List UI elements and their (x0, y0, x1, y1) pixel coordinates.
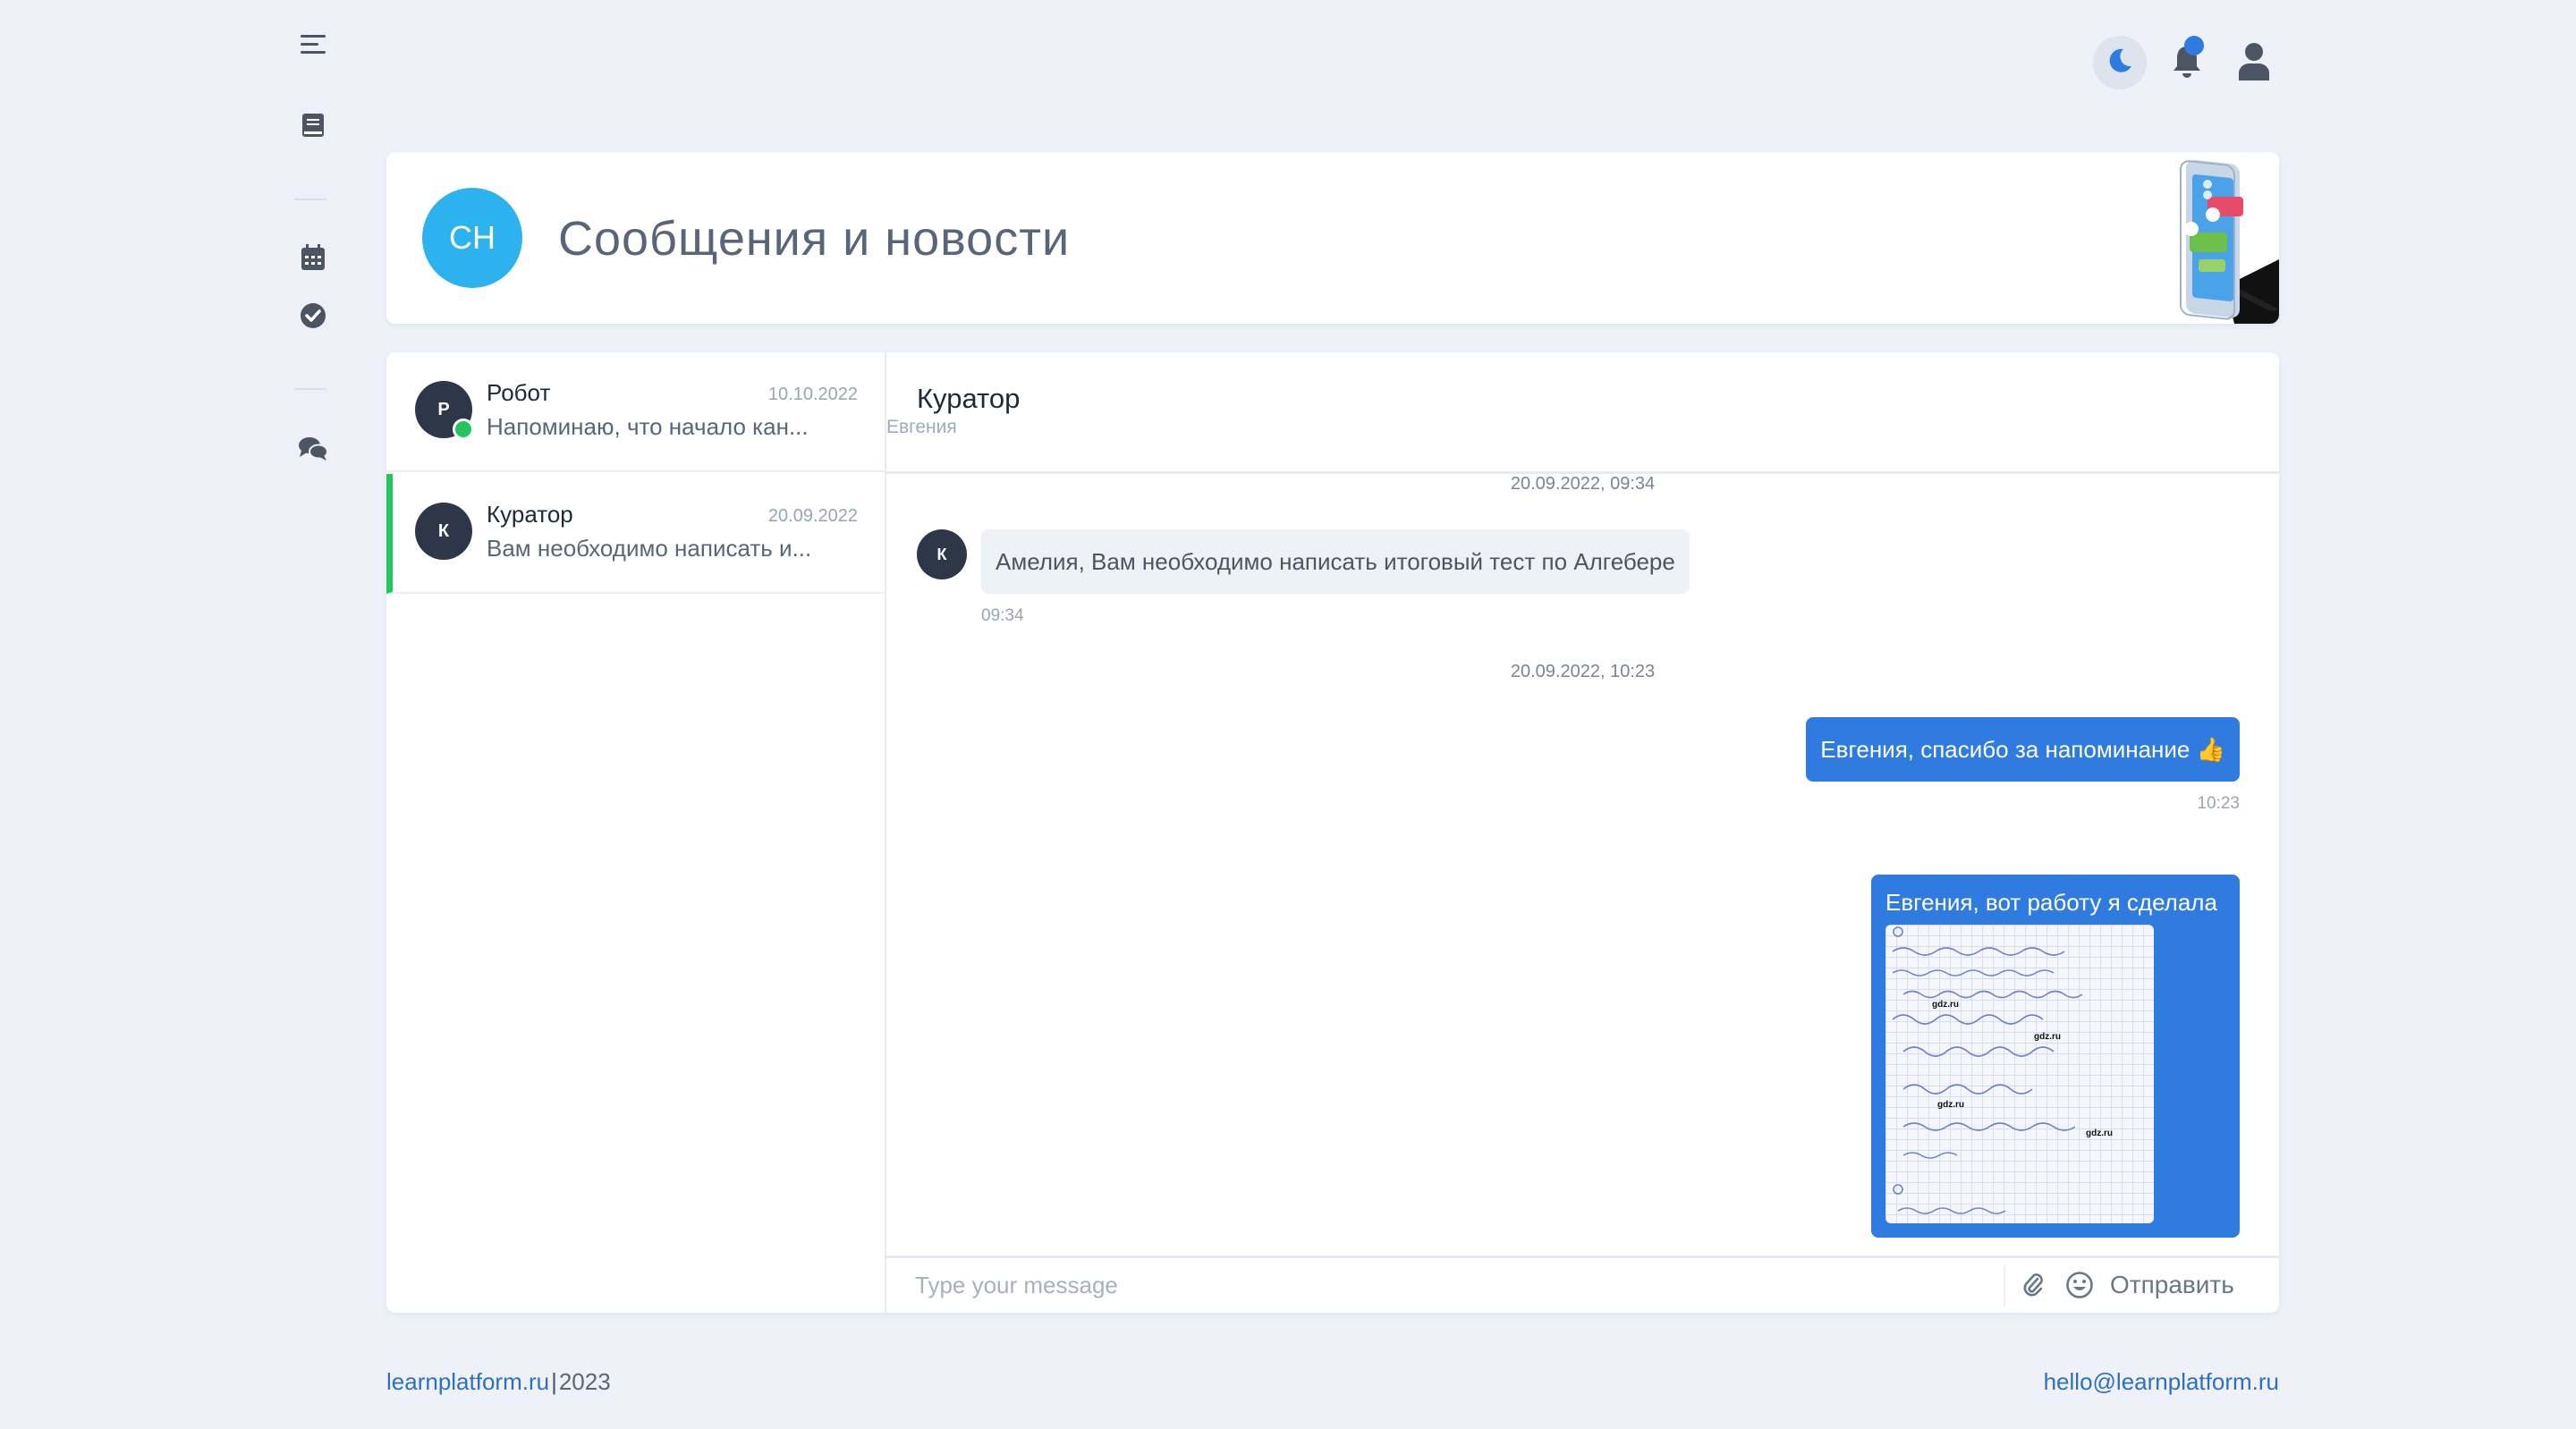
chat-panel: Р Робот 10.10.2022 Напоминаю, что начало… (386, 352, 2279, 1313)
message-list[interactable]: 20.09.2022, 09:34 К Амелия, Вам необходи… (886, 474, 2279, 1252)
contact-preview: Напоминаю, что начало кан... (487, 413, 809, 440)
conversation-subtitle: Евгения (886, 417, 957, 437)
message-bubble-incoming: Амелия, Вам необходимо написать итоговый… (981, 529, 1690, 594)
contact-date: 10.10.2022 (767, 385, 858, 404)
message-composer: Отправить (886, 1256, 2279, 1313)
contact-list: Р Робот 10.10.2022 Напоминаю, что начало… (386, 352, 886, 1313)
message-bubble-outgoing-attachment: Евгения, вот работу я сделала gdz.ru gdz… (1871, 875, 2240, 1238)
send-button[interactable]: Отправить (2110, 1267, 2234, 1303)
online-status-indicator (453, 419, 474, 440)
page-title: Сообщения и новости (558, 212, 1071, 266)
contact-item-curator[interactable]: К Куратор 20.09.2022 Вам необходимо напи… (386, 474, 886, 594)
profile-button[interactable] (2227, 36, 2281, 89)
footer-separator: | (551, 1368, 557, 1395)
message-input[interactable] (886, 1258, 1996, 1313)
smile-icon[interactable] (2062, 1267, 2097, 1303)
footer-copyright: learnplatform.ru|2023 (386, 1368, 611, 1396)
contact-name: Куратор (487, 501, 573, 528)
watermark-text: gdz.ru (1937, 1100, 1964, 1110)
watermark-text: gdz.ru (1932, 1000, 1959, 1010)
footer-email-link[interactable]: hello@learnplatform.ru (2044, 1368, 2279, 1396)
check-circle-icon[interactable] (295, 298, 331, 334)
contact-name: Робот (487, 379, 551, 406)
contact-date: 20.09.2022 (767, 506, 858, 526)
chat-icon[interactable] (295, 431, 331, 467)
conversation-header: Куратор Евгения (886, 352, 2279, 474)
footer-year: 2023 (558, 1368, 611, 1395)
watermark-text: gdz.ru (2086, 1129, 2113, 1138)
date-separator: 20.09.2022, 09:34 (1510, 474, 1656, 494)
page-header: СН Сообщения и новости (386, 152, 2279, 324)
date-separator: 20.09.2022, 10:23 (1510, 662, 1656, 681)
message-time: 10:23 (2197, 794, 2240, 813)
message-time: 09:34 (981, 606, 1024, 625)
watermark-text: gdz.ru (2034, 1032, 2061, 1042)
book-icon[interactable] (295, 107, 331, 143)
sidebar-divider (294, 388, 326, 390)
contact-preview: Вам необходимо написать и... (487, 535, 812, 562)
composer-divider (2004, 1265, 2005, 1306)
conversation: Куратор Евгения 20.09.2022, 09:34 К Амел… (886, 352, 2279, 1313)
page: СН Сообщения и новости Р Робот 10.10.202… (0, 0, 2576, 1429)
theme-toggle-button[interactable] (2093, 36, 2147, 89)
sidebar-divider (294, 199, 326, 200)
user-icon (2237, 41, 2271, 85)
contact-item-robot[interactable]: Р Робот 10.10.2022 Напоминаю, что начало… (386, 352, 886, 472)
footer-site-link[interactable]: learnplatform.ru (386, 1368, 549, 1395)
user-avatar: СН (422, 188, 522, 288)
attachment-image[interactable]: gdz.ru gdz.ru gdz.ru gdz.ru (1885, 925, 2154, 1223)
message-avatar: К (917, 529, 967, 579)
menu-icon[interactable] (295, 27, 331, 63)
sidebar (268, 0, 358, 1429)
message-text: Евгения, вот работу я сделала (1885, 889, 2217, 916)
moon-icon (2106, 47, 2134, 80)
paperclip-icon[interactable] (2015, 1267, 2051, 1303)
calendar-icon[interactable] (295, 240, 331, 275)
phone-messages-illustration (2136, 152, 2279, 324)
notification-badge (2184, 36, 2204, 55)
conversation-title: Куратор (917, 383, 1021, 414)
contact-avatar: К (415, 503, 472, 560)
message-bubble-outgoing: Евгения, спасибо за напоминание 👍 (1806, 717, 2240, 782)
notifications-button[interactable] (2165, 36, 2209, 89)
